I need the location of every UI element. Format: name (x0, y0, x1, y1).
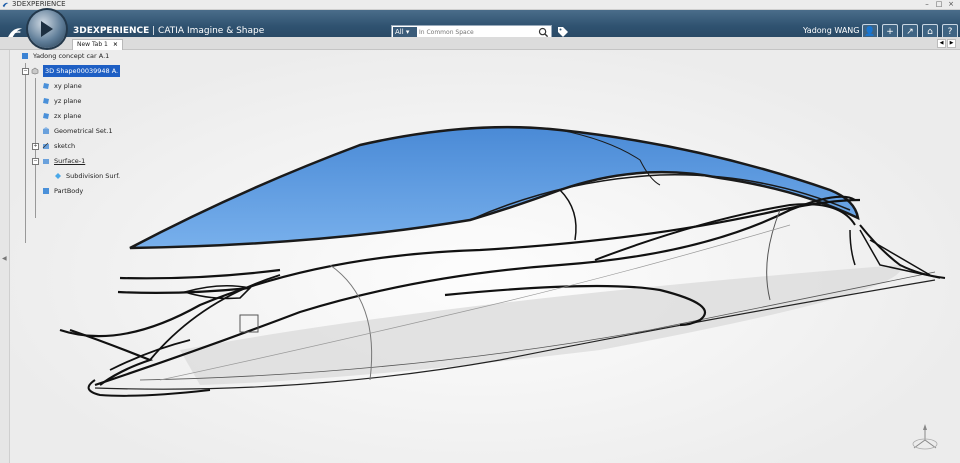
user-name[interactable]: Yadong WANG (803, 26, 859, 35)
brand-name: 3DEXPERIENCE (73, 26, 150, 36)
rear-quarter (594, 203, 856, 261)
subdivision-icon (55, 173, 61, 179)
app-toolbar: 3DEXPERIENCE | CATIA Imagine & Shape All… (0, 10, 960, 41)
tree-item-label: xy plane (54, 82, 82, 90)
roof-surface[interactable] (129, 125, 860, 250)
3d-shape-icon (31, 67, 39, 75)
tree-shape-label: 3D Shape00039948 A. (43, 65, 121, 77)
tree-item-label: Geometrical Set.1 (54, 127, 113, 135)
tree-item-label: sketch (54, 142, 76, 150)
ground-shadow (180, 265, 902, 385)
hood-line-1 (119, 268, 281, 280)
tree-item-label: Surface-1 (54, 157, 86, 165)
compass3d-icon[interactable] (908, 422, 942, 456)
tree-item-label: Subdivision Surf. (66, 172, 121, 180)
tab-next-button[interactable]: ▶ (947, 39, 956, 48)
plane-icon (43, 98, 49, 104)
c-pillar (559, 189, 577, 241)
play-icon (41, 21, 53, 37)
maximize-button[interactable]: □ (934, 0, 944, 8)
plane-icon (43, 113, 49, 119)
collapse-arrow-icon: ◀ (2, 255, 7, 262)
product-icon (22, 53, 28, 59)
tree-item-label: PartBody (54, 187, 84, 195)
search-input[interactable] (419, 27, 529, 37)
plane-icon (43, 83, 49, 89)
tab-prev-button[interactable]: ◀ (937, 39, 946, 48)
tab-label: New Tab 1 (77, 41, 108, 48)
brand-app: | CATIA Imagine & Shape (149, 26, 265, 36)
expand-toggle[interactable]: + (32, 143, 39, 150)
tab-new-tab-1[interactable]: New Tab 1 × (72, 39, 123, 50)
collapse-toggle[interactable]: − (32, 158, 39, 165)
collapse-toggle[interactable]: − (22, 68, 29, 75)
left-panel-toggle[interactable]: ◀ (0, 50, 10, 463)
close-window-button[interactable]: × (946, 0, 956, 8)
car-sketch-model[interactable] (0, 50, 960, 463)
search-scope-label: All (395, 28, 404, 36)
brand-title: 3DEXPERIENCE | CATIA Imagine & Shape (73, 26, 264, 36)
tree-line (25, 63, 26, 243)
sketch-icon (42, 142, 49, 149)
tree-item-label: yz plane (54, 97, 82, 105)
window-titlebar: 3DEXPERIENCE – □ × (0, 0, 960, 10)
compass-icon[interactable] (28, 10, 66, 48)
close-tab-icon[interactable]: × (113, 41, 118, 48)
window-title: 3DEXPERIENCE (12, 0, 66, 8)
app-logo-icon (2, 2, 9, 8)
surface-icon (43, 159, 49, 164)
rear-vertical-2 (849, 229, 856, 266)
geometrical-set-icon (43, 127, 49, 134)
tab-nav-arrows: ◀ ▶ (937, 39, 956, 48)
tree-item-label: zx plane (54, 112, 82, 120)
minimize-button[interactable]: – (922, 0, 932, 8)
tree-root-label: Yadong concept car A.1 (33, 52, 110, 60)
tab-bar: New Tab 1 × ◀ ▶ (0, 37, 960, 50)
search-scope-dropdown[interactable]: All ▾ (393, 27, 417, 37)
window-controls: – □ × (922, 0, 956, 9)
partbody-icon (43, 188, 49, 194)
